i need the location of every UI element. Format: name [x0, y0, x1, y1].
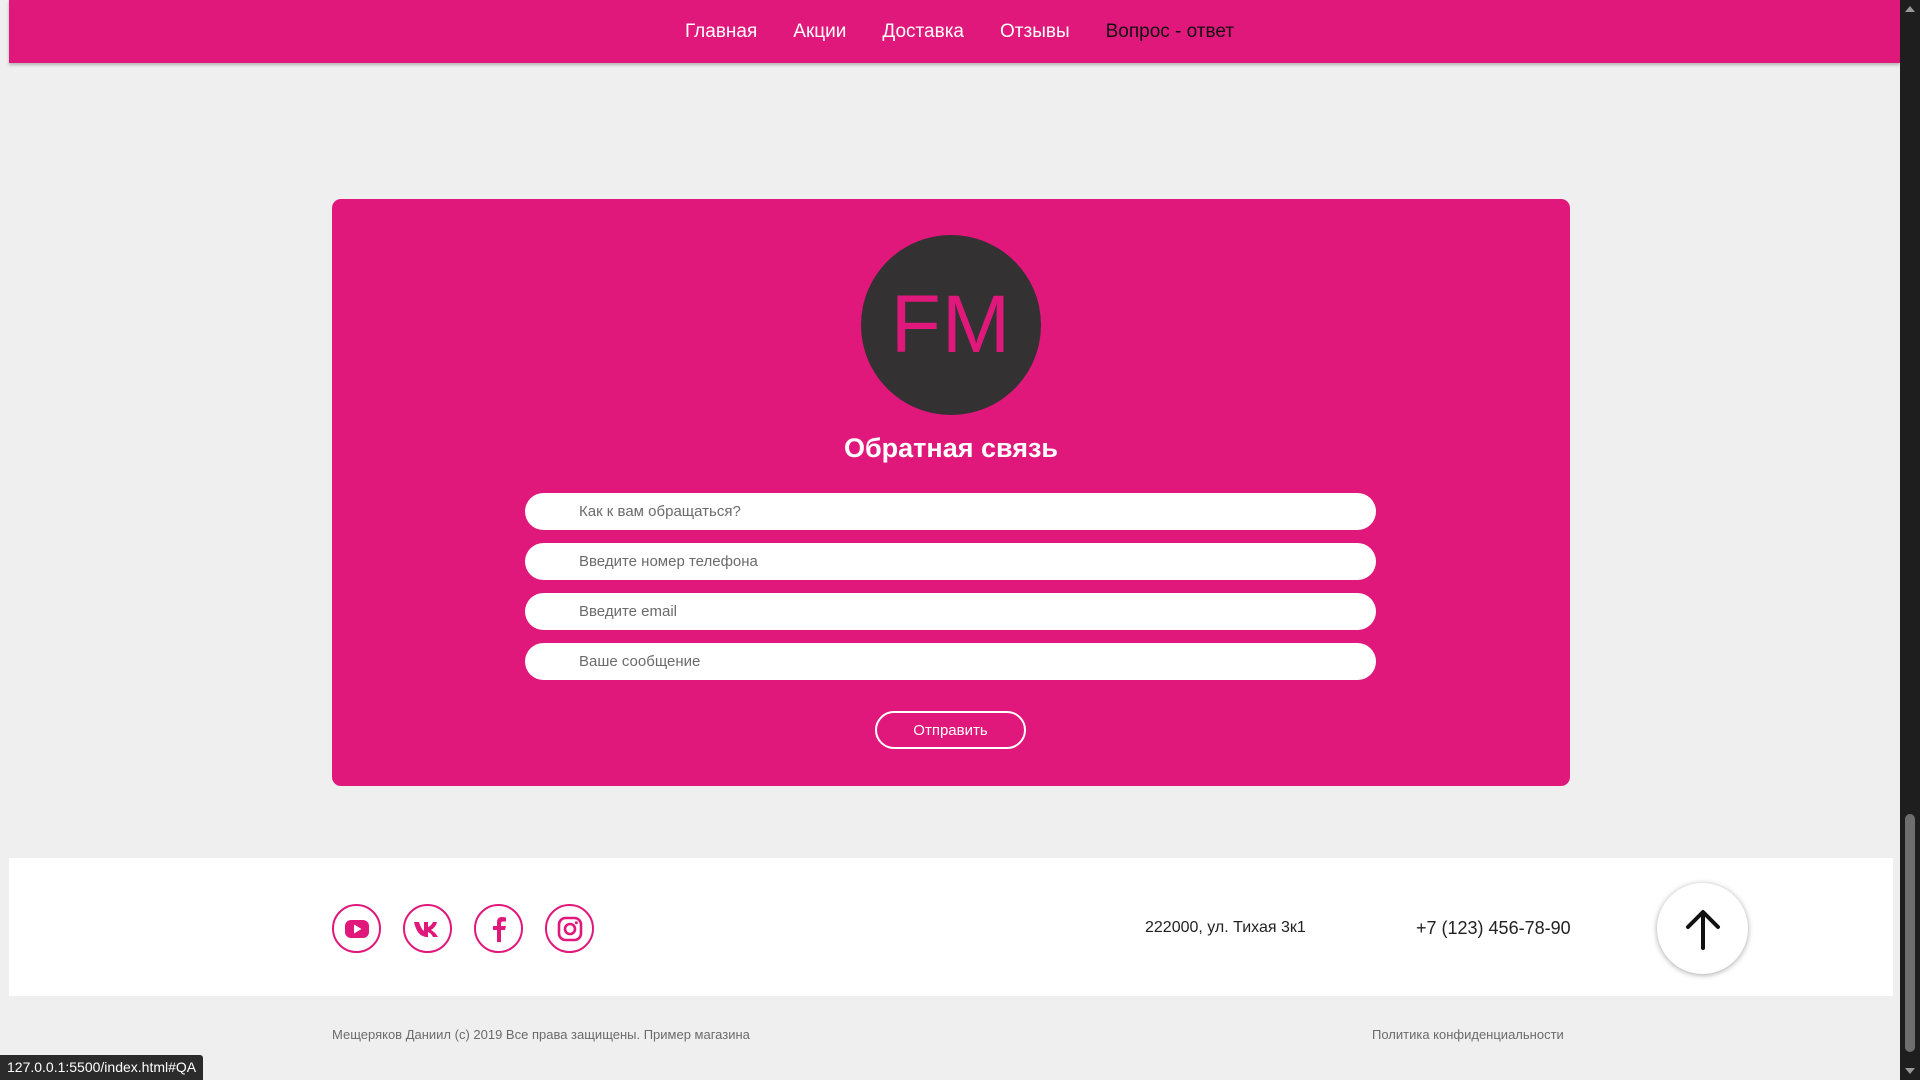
copyright-text: Мещеряков Даниил (c) 2019 Все права защи…: [332, 1027, 750, 1042]
vk-icon: [413, 921, 438, 937]
phone-text: +7 (123) 456-78-90: [1416, 918, 1571, 938]
feedback-title: Обратная связь: [843, 433, 1059, 463]
message-field[interactable]: [525, 643, 1376, 680]
vk-link[interactable]: [403, 904, 452, 953]
address-text: 222000, ул. Тихая 3к1: [1145, 919, 1306, 936]
nav-item-home[interactable]: Главная: [685, 21, 757, 43]
arrow-up-icon: [1685, 909, 1720, 950]
nav-item-reviews[interactable]: Отзывы: [1000, 21, 1070, 43]
nav-links: Главная Акции Доставка Отзывы Вопрос - о…: [9, 0, 1900, 63]
phone-field[interactable]: [525, 543, 1376, 580]
submit-button[interactable]: Отправить: [875, 711, 1026, 749]
status-url: 127.0.0.1:5500/index.html#QA: [0, 1055, 204, 1080]
email-field[interactable]: [525, 593, 1376, 630]
page-scrollbar[interactable]: [1900, 0, 1920, 1080]
footer: 222000, ул. Тихая 3к1 +7 (123) 456-78-90: [9, 858, 1893, 996]
scroll-down-arrow-icon[interactable]: [1900, 1062, 1920, 1080]
brand-logo: FM: [861, 235, 1041, 415]
instagram-link[interactable]: [545, 904, 594, 953]
youtube-link[interactable]: [332, 904, 381, 953]
instagram-icon: [557, 916, 582, 941]
top-navbar: Главная Акции Доставка Отзывы Вопрос - о…: [9, 0, 1900, 63]
facebook-link[interactable]: [474, 904, 523, 953]
scrollbar-thumb[interactable]: [1905, 814, 1915, 1052]
nav-item-promotions[interactable]: Акции: [793, 21, 846, 43]
feedback-card: FM Обратная связь Отправить: [332, 199, 1570, 786]
name-field[interactable]: [525, 493, 1376, 530]
scroll-to-top-button[interactable]: [1657, 883, 1748, 974]
privacy-policy-link[interactable]: Политика конфиденциальности: [1372, 1027, 1564, 1042]
scroll-up-arrow-icon[interactable]: [1900, 0, 1920, 18]
facebook-icon: [492, 916, 506, 942]
nav-item-qa[interactable]: Вопрос - ответ: [1106, 21, 1234, 43]
nav-item-delivery[interactable]: Доставка: [882, 21, 964, 43]
youtube-icon: [344, 919, 369, 938]
